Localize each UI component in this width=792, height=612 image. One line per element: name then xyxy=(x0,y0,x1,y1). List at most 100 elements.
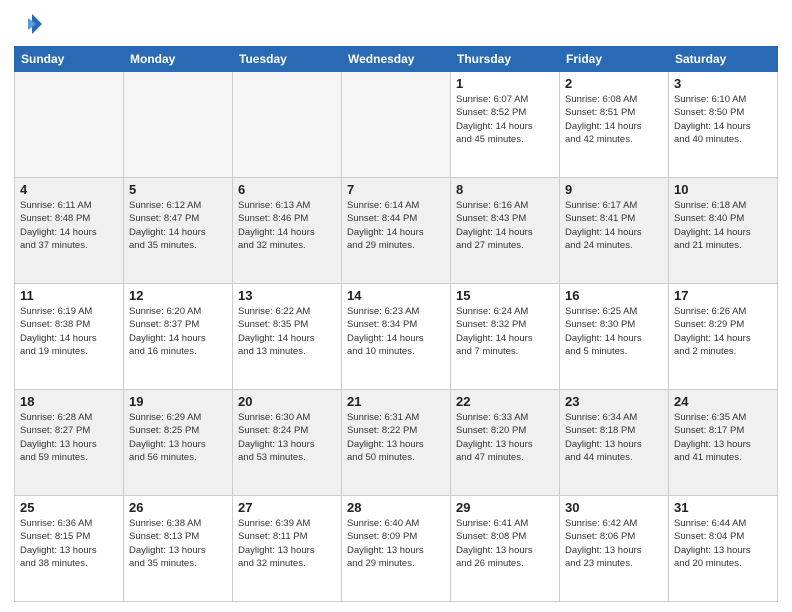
day-info: Sunrise: 6:13 AM Sunset: 8:46 PM Dayligh… xyxy=(238,199,336,252)
calendar-day: 20Sunrise: 6:30 AM Sunset: 8:24 PM Dayli… xyxy=(233,390,342,496)
calendar-day: 24 Sunrise: 6:35 AM Sunset: 8:17 PM Dayli… xyxy=(669,390,778,496)
calendar-week-row: 18 Sunrise: 6:28 AM Sunset: 8:27 PM Dayli… xyxy=(15,390,778,496)
day-number: 5 xyxy=(129,182,227,197)
day-number: 11 xyxy=(20,288,118,303)
calendar-day: 19 Sunrise: 6:29 AM Sunset: 8:25 PM Dayli… xyxy=(124,390,233,496)
calendar-day xyxy=(233,72,342,178)
day-number: 18 xyxy=(20,394,118,409)
day-number: 19 xyxy=(129,394,227,409)
calendar-day: 26Sunrise: 6:38 AM Sunset: 8:13 PM Dayli… xyxy=(124,496,233,602)
day-number: 22 xyxy=(456,394,554,409)
calendar-table: SundayMondayTuesdayWednesdayThursdayFrid… xyxy=(14,46,778,602)
day-number: 27 xyxy=(238,500,336,515)
day-number: 1 xyxy=(456,76,554,91)
calendar-day: 8 Sunrise: 6:16 AM Sunset: 8:43 PM Daylig… xyxy=(451,178,560,284)
day-info: Sunrise: 6:28 AM Sunset: 8:27 PM Dayligh… xyxy=(20,411,118,464)
day-number: 15 xyxy=(456,288,554,303)
logo-icon xyxy=(14,10,42,38)
day-info: Sunrise: 6:14 AM Sunset: 8:44 PM Dayligh… xyxy=(347,199,445,252)
calendar-week-row: 4 Sunrise: 6:11 AM Sunset: 8:48 PM Daylig… xyxy=(15,178,778,284)
day-info: Sunrise: 6:39 AM Sunset: 8:11 PM Dayligh… xyxy=(238,517,336,570)
calendar-day: 9 Sunrise: 6:17 AM Sunset: 8:41 PM Daylig… xyxy=(560,178,669,284)
calendar-day xyxy=(124,72,233,178)
calendar-day: 22Sunrise: 6:33 AM Sunset: 8:20 PM Dayli… xyxy=(451,390,560,496)
day-info: Sunrise: 6:12 AM Sunset: 8:47 PM Dayligh… xyxy=(129,199,227,252)
calendar-day: 31 Sunrise: 6:44 AM Sunset: 8:04 PM Dayli… xyxy=(669,496,778,602)
calendar-day: 23 Sunrise: 6:34 AM Sunset: 8:18 PM Dayli… xyxy=(560,390,669,496)
calendar-header-friday: Friday xyxy=(560,47,669,72)
day-info: Sunrise: 6:20 AM Sunset: 8:37 PM Dayligh… xyxy=(129,305,227,358)
day-number: 24 xyxy=(674,394,772,409)
calendar-day: 21Sunrise: 6:31 AM Sunset: 8:22 PM Dayli… xyxy=(342,390,451,496)
day-number: 10 xyxy=(674,182,772,197)
calendar-day: 14Sunrise: 6:23 AM Sunset: 8:34 PM Dayli… xyxy=(342,284,451,390)
day-info: Sunrise: 6:07 AM Sunset: 8:52 PM Dayligh… xyxy=(456,93,554,146)
calendar-day: 1 Sunrise: 6:07 AM Sunset: 8:52 PM Daylig… xyxy=(451,72,560,178)
calendar-header-saturday: Saturday xyxy=(669,47,778,72)
day-info: Sunrise: 6:35 AM Sunset: 8:17 PM Dayligh… xyxy=(674,411,772,464)
calendar-day: 10 Sunrise: 6:18 AM Sunset: 8:40 PM Dayli… xyxy=(669,178,778,284)
day-info: Sunrise: 6:08 AM Sunset: 8:51 PM Dayligh… xyxy=(565,93,663,146)
day-info: Sunrise: 6:25 AM Sunset: 8:30 PM Dayligh… xyxy=(565,305,663,358)
calendar-header-monday: Monday xyxy=(124,47,233,72)
day-info: Sunrise: 6:42 AM Sunset: 8:06 PM Dayligh… xyxy=(565,517,663,570)
day-number: 25 xyxy=(20,500,118,515)
calendar-day: 16 Sunrise: 6:25 AM Sunset: 8:30 PM Dayli… xyxy=(560,284,669,390)
day-number: 17 xyxy=(674,288,772,303)
calendar-day xyxy=(342,72,451,178)
day-info: Sunrise: 6:17 AM Sunset: 8:41 PM Dayligh… xyxy=(565,199,663,252)
calendar-day xyxy=(15,72,124,178)
calendar-header-row: SundayMondayTuesdayWednesdayThursdayFrid… xyxy=(15,47,778,72)
calendar-day: 28Sunrise: 6:40 AM Sunset: 8:09 PM Dayli… xyxy=(342,496,451,602)
day-info: Sunrise: 6:44 AM Sunset: 8:04 PM Dayligh… xyxy=(674,517,772,570)
day-number: 31 xyxy=(674,500,772,515)
day-info: Sunrise: 6:22 AM Sunset: 8:35 PM Dayligh… xyxy=(238,305,336,358)
day-number: 14 xyxy=(347,288,445,303)
day-info: Sunrise: 6:19 AM Sunset: 8:38 PM Dayligh… xyxy=(20,305,118,358)
day-number: 9 xyxy=(565,182,663,197)
calendar-header-sunday: Sunday xyxy=(15,47,124,72)
calendar-header-thursday: Thursday xyxy=(451,47,560,72)
day-info: Sunrise: 6:34 AM Sunset: 8:18 PM Dayligh… xyxy=(565,411,663,464)
day-number: 7 xyxy=(347,182,445,197)
calendar-day: 12Sunrise: 6:20 AM Sunset: 8:37 PM Dayli… xyxy=(124,284,233,390)
day-info: Sunrise: 6:29 AM Sunset: 8:25 PM Dayligh… xyxy=(129,411,227,464)
day-number: 26 xyxy=(129,500,227,515)
calendar-week-row: 25 Sunrise: 6:36 AM Sunset: 8:15 PM Dayli… xyxy=(15,496,778,602)
day-info: Sunrise: 6:10 AM Sunset: 8:50 PM Dayligh… xyxy=(674,93,772,146)
day-number: 23 xyxy=(565,394,663,409)
calendar-day: 7 Sunrise: 6:14 AM Sunset: 8:44 PM Daylig… xyxy=(342,178,451,284)
day-number: 16 xyxy=(565,288,663,303)
calendar-header-wednesday: Wednesday xyxy=(342,47,451,72)
day-number: 29 xyxy=(456,500,554,515)
calendar-day: 3 Sunrise: 6:10 AM Sunset: 8:50 PM Daylig… xyxy=(669,72,778,178)
calendar-week-row: 11 Sunrise: 6:19 AM Sunset: 8:38 PM Dayli… xyxy=(15,284,778,390)
day-info: Sunrise: 6:26 AM Sunset: 8:29 PM Dayligh… xyxy=(674,305,772,358)
calendar-day: 27 Sunrise: 6:39 AM Sunset: 8:11 PM Dayli… xyxy=(233,496,342,602)
day-number: 30 xyxy=(565,500,663,515)
calendar-day: 2Sunrise: 6:08 AM Sunset: 8:51 PM Daylig… xyxy=(560,72,669,178)
day-number: 4 xyxy=(20,182,118,197)
calendar-week-row: 1 Sunrise: 6:07 AM Sunset: 8:52 PM Daylig… xyxy=(15,72,778,178)
day-info: Sunrise: 6:11 AM Sunset: 8:48 PM Dayligh… xyxy=(20,199,118,252)
day-number: 13 xyxy=(238,288,336,303)
day-info: Sunrise: 6:36 AM Sunset: 8:15 PM Dayligh… xyxy=(20,517,118,570)
day-info: Sunrise: 6:16 AM Sunset: 8:43 PM Dayligh… xyxy=(456,199,554,252)
calendar-day: 13 Sunrise: 6:22 AM Sunset: 8:35 PM Dayli… xyxy=(233,284,342,390)
day-number: 3 xyxy=(674,76,772,91)
logo xyxy=(14,10,46,38)
calendar-day: 5 Sunrise: 6:12 AM Sunset: 8:47 PM Daylig… xyxy=(124,178,233,284)
day-info: Sunrise: 6:24 AM Sunset: 8:32 PM Dayligh… xyxy=(456,305,554,358)
calendar-day: 11 Sunrise: 6:19 AM Sunset: 8:38 PM Dayli… xyxy=(15,284,124,390)
day-number: 8 xyxy=(456,182,554,197)
day-info: Sunrise: 6:18 AM Sunset: 8:40 PM Dayligh… xyxy=(674,199,772,252)
calendar-day: 4 Sunrise: 6:11 AM Sunset: 8:48 PM Daylig… xyxy=(15,178,124,284)
day-info: Sunrise: 6:40 AM Sunset: 8:09 PM Dayligh… xyxy=(347,517,445,570)
day-info: Sunrise: 6:41 AM Sunset: 8:08 PM Dayligh… xyxy=(456,517,554,570)
calendar-day: 17 Sunrise: 6:26 AM Sunset: 8:29 PM Dayli… xyxy=(669,284,778,390)
day-number: 21 xyxy=(347,394,445,409)
calendar-day: 18 Sunrise: 6:28 AM Sunset: 8:27 PM Dayli… xyxy=(15,390,124,496)
page: SundayMondayTuesdayWednesdayThursdayFrid… xyxy=(0,0,792,612)
calendar-day: 30 Sunrise: 6:42 AM Sunset: 8:06 PM Dayli… xyxy=(560,496,669,602)
calendar-day: 25 Sunrise: 6:36 AM Sunset: 8:15 PM Dayli… xyxy=(15,496,124,602)
